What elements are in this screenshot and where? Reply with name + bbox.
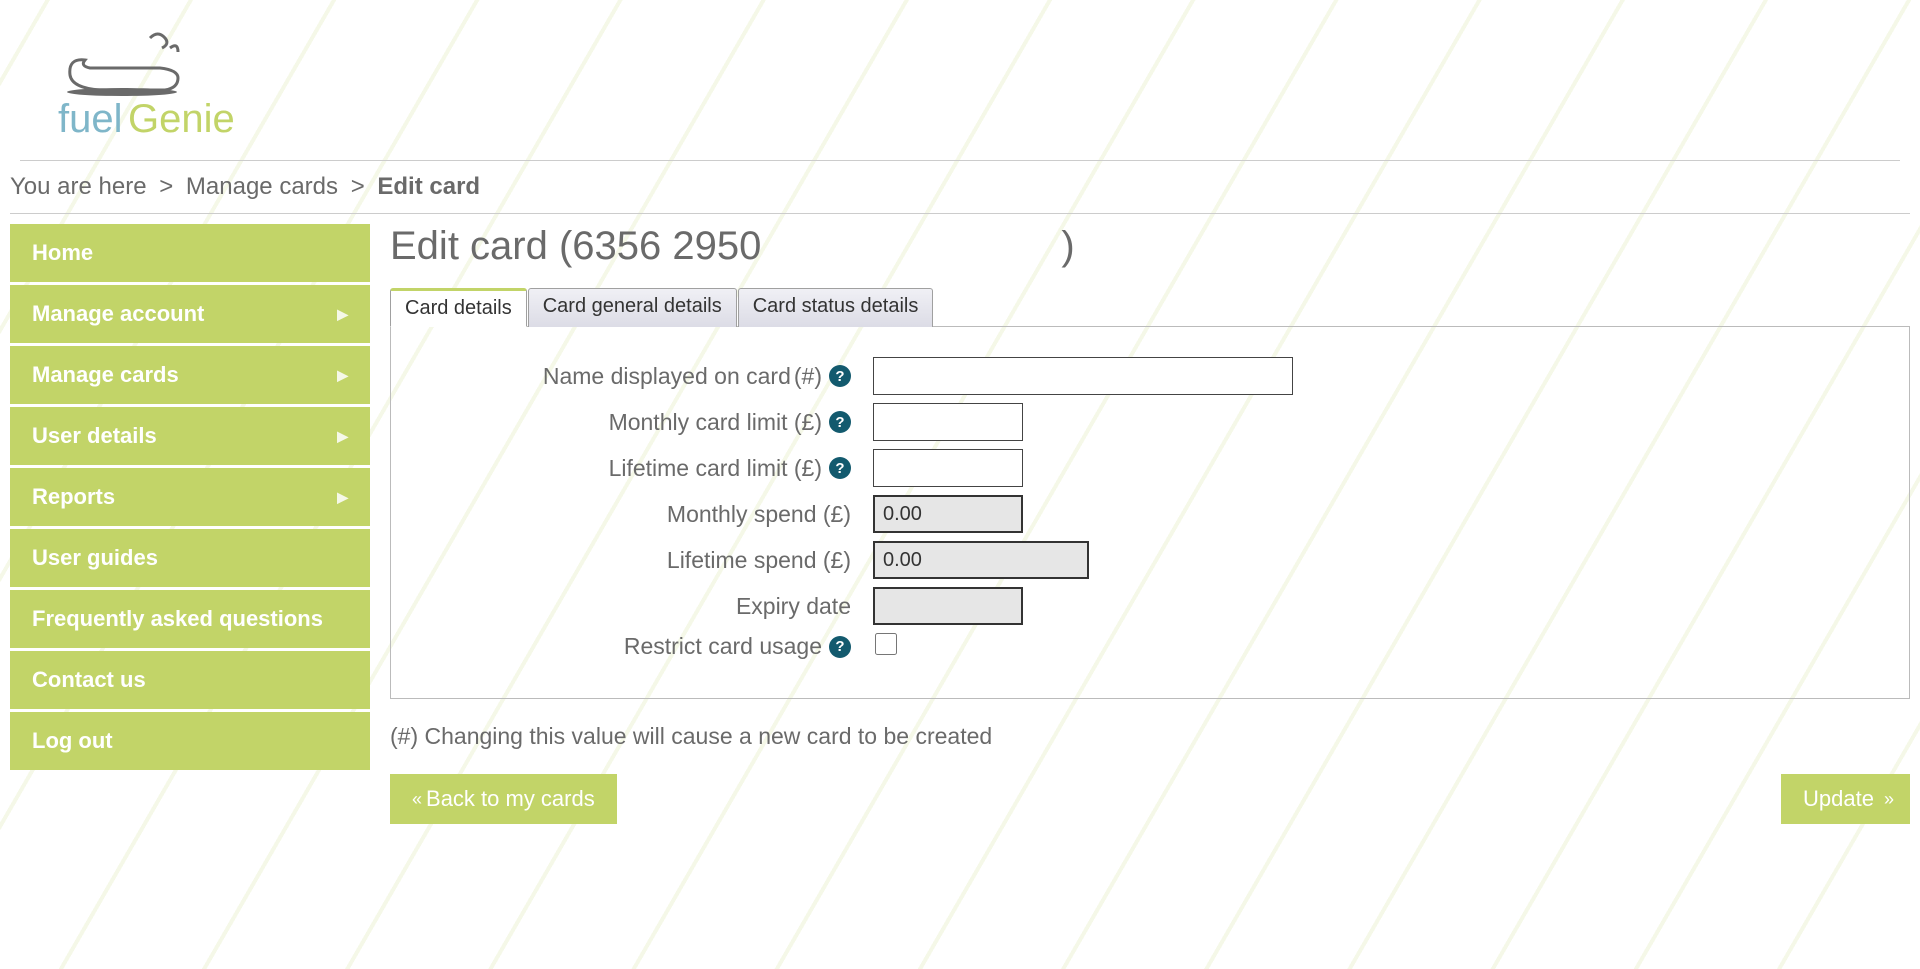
- sidebar-item-label: Manage account: [32, 301, 204, 327]
- sidebar-item-label: Reports: [32, 484, 115, 510]
- chevron-right-icon: ▶: [337, 489, 348, 506]
- update-button[interactable]: Update »: [1781, 774, 1910, 824]
- row-lifetime-spend: Lifetime spend (£): [431, 541, 1869, 579]
- sidebar-item-user-guides[interactable]: User guides: [10, 529, 370, 587]
- row-monthly-spend: Monthly spend (£): [431, 495, 1869, 533]
- sidebar: Home Manage account ▶ Manage cards ▶ Use…: [10, 224, 370, 773]
- tab-label: Card details: [405, 297, 512, 319]
- breadcrumb-item[interactable]: Manage cards: [186, 173, 338, 200]
- tab-label: Card status details: [753, 295, 919, 317]
- row-lifetime-limit: Lifetime card limit (£) ?: [431, 449, 1869, 487]
- label-lifetime-limit: Lifetime card limit (£): [609, 455, 822, 482]
- help-icon[interactable]: ?: [829, 457, 851, 479]
- label-expiry-date: Expiry date: [736, 593, 851, 620]
- sidebar-item-log-out[interactable]: Log out: [10, 712, 370, 770]
- tabs: Card details Card general details Card s…: [390, 287, 1910, 327]
- label-lifetime-spend: Lifetime spend (£): [667, 547, 851, 574]
- sidebar-item-manage-account[interactable]: Manage account ▶: [10, 285, 370, 343]
- row-name-on-card: Name displayed on card (#) ?: [431, 357, 1869, 395]
- tab-card-details[interactable]: Card details: [390, 288, 527, 327]
- chevron-right-icon: ▶: [337, 428, 348, 445]
- page-title: Edit card (6356 2950): [390, 224, 1910, 269]
- label-restrict-usage: Restrict card usage: [624, 633, 822, 660]
- sidebar-item-contact-us[interactable]: Contact us: [10, 651, 370, 709]
- svg-text:fuel: fuel: [58, 97, 123, 140]
- chevron-right-icon: »: [1884, 789, 1888, 810]
- tab-card-status-details[interactable]: Card status details: [738, 288, 934, 327]
- sidebar-item-label: Home: [32, 240, 93, 266]
- chevron-right-icon: ▶: [337, 306, 348, 323]
- row-expiry-date: Expiry date: [431, 587, 1869, 625]
- input-monthly-limit[interactable]: [873, 403, 1023, 441]
- sidebar-item-label: Frequently asked questions: [32, 606, 323, 632]
- input-monthly-spend: [873, 495, 1023, 533]
- hash-marker: (#): [794, 363, 822, 390]
- breadcrumb-sep: >: [351, 173, 365, 200]
- sidebar-item-label: User details: [32, 423, 157, 449]
- chevron-left-icon: «: [412, 789, 416, 810]
- back-button[interactable]: « Back to my cards: [390, 774, 617, 824]
- footnote: (#) Changing this value will cause a new…: [390, 723, 1910, 750]
- input-expiry-date: [873, 587, 1023, 625]
- update-button-label: Update: [1803, 786, 1874, 812]
- tab-label: Card general details: [543, 295, 722, 317]
- sidebar-item-label: Contact us: [32, 667, 146, 693]
- sidebar-item-faq[interactable]: Frequently asked questions: [10, 590, 370, 648]
- svg-text:Genie: Genie: [128, 97, 235, 140]
- sidebar-item-label: Manage cards: [32, 362, 179, 388]
- divider: [20, 160, 1900, 161]
- action-row: « Back to my cards Update »: [390, 774, 1910, 824]
- chevron-right-icon: ▶: [337, 367, 348, 384]
- logo: fuel Genie: [10, 10, 1910, 160]
- breadcrumb: You are here > Manage cards > Edit card: [10, 169, 1910, 209]
- input-name-on-card[interactable]: [873, 357, 1293, 395]
- divider: [10, 213, 1910, 214]
- main-content: Edit card (6356 2950) Card details Card …: [390, 224, 1910, 824]
- sidebar-item-user-details[interactable]: User details ▶: [10, 407, 370, 465]
- sidebar-item-home[interactable]: Home: [10, 224, 370, 282]
- sidebar-item-label: Log out: [32, 728, 113, 754]
- sidebar-item-manage-cards[interactable]: Manage cards ▶: [10, 346, 370, 404]
- input-lifetime-limit[interactable]: [873, 449, 1023, 487]
- label-name-on-card: Name displayed on card: [543, 363, 791, 390]
- sidebar-item-reports[interactable]: Reports ▶: [10, 468, 370, 526]
- help-icon[interactable]: ?: [829, 636, 851, 658]
- tab-card-general-details[interactable]: Card general details: [528, 288, 737, 327]
- form-panel: Name displayed on card (#) ? Monthly car…: [390, 327, 1910, 699]
- breadcrumb-prefix: You are here: [10, 173, 147, 200]
- breadcrumb-sep: >: [159, 173, 173, 200]
- help-icon[interactable]: ?: [829, 365, 851, 387]
- row-monthly-limit: Monthly card limit (£) ?: [431, 403, 1869, 441]
- sidebar-item-label: User guides: [32, 545, 158, 571]
- label-monthly-spend: Monthly spend (£): [667, 501, 851, 528]
- row-restrict-usage: Restrict card usage ?: [431, 633, 1869, 660]
- checkbox-restrict-usage[interactable]: [875, 633, 897, 655]
- label-monthly-limit: Monthly card limit (£): [609, 409, 822, 436]
- input-lifetime-spend: [873, 541, 1089, 579]
- breadcrumb-current: Edit card: [377, 173, 480, 200]
- back-button-label: Back to my cards: [426, 786, 595, 812]
- help-icon[interactable]: ?: [829, 411, 851, 433]
